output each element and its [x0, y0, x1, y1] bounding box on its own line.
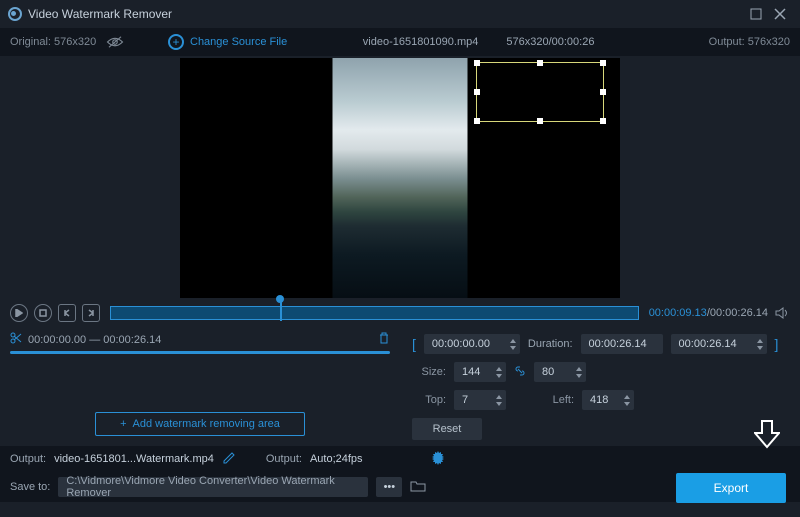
- preview-area: [0, 56, 800, 300]
- handle-bc[interactable]: [537, 118, 543, 124]
- plus-icon: +: [120, 418, 126, 430]
- left-label: Left:: [540, 394, 574, 406]
- bracket-right-icon[interactable]: ]: [775, 336, 779, 352]
- playhead[interactable]: [280, 299, 282, 321]
- app-title: Video Watermark Remover: [28, 7, 172, 21]
- minimize-button[interactable]: [744, 4, 768, 24]
- output-label: Output:: [709, 36, 745, 48]
- export-button[interactable]: Export: [676, 473, 786, 503]
- segments-panel: 00:00:00.00 — 00:00:26.14 + Add watermar…: [0, 326, 400, 446]
- volume-icon[interactable]: [774, 305, 790, 321]
- save-path-input[interactable]: C:\Vidmore\Vidmore Video Converter\Video…: [58, 477, 368, 497]
- original-dims: 576x320: [54, 36, 96, 48]
- plus-circle-icon: +: [168, 34, 184, 50]
- video-preview[interactable]: [180, 58, 620, 298]
- top-input[interactable]: 7: [454, 390, 506, 410]
- down[interactable]: [508, 344, 518, 351]
- handle-br[interactable]: [600, 118, 606, 124]
- delete-segment-button[interactable]: [378, 332, 390, 347]
- close-button[interactable]: [768, 4, 792, 24]
- current-time: 00:00:09.13: [649, 307, 707, 319]
- end-time-input[interactable]: 00:00:26.14: [671, 334, 767, 354]
- bracket-left-icon[interactable]: [: [412, 336, 416, 352]
- set-out-button[interactable]: [82, 304, 100, 322]
- browse-button[interactable]: •••: [376, 477, 402, 497]
- left-input[interactable]: 418: [582, 390, 634, 410]
- output-row: Output: video-1651801...Watermark.mp4 Ou…: [0, 446, 800, 472]
- reset-button[interactable]: Reset: [412, 418, 482, 440]
- top-label: Top:: [412, 394, 446, 406]
- preview-toggle-icon[interactable]: [106, 35, 124, 49]
- time-display: 00:00:09.13/00:00:26.14: [649, 307, 768, 319]
- settings-icon[interactable]: [431, 451, 445, 468]
- panels: 00:00:00.00 — 00:00:26.14 + Add watermar…: [0, 326, 800, 446]
- change-source-button[interactable]: + Change Source File: [168, 34, 287, 50]
- handle-tr[interactable]: [600, 60, 606, 66]
- scissors-icon: [10, 332, 22, 347]
- save-to-label: Save to:: [10, 481, 50, 493]
- change-source-label: Change Source File: [190, 36, 287, 48]
- handle-tl[interactable]: [474, 60, 480, 66]
- link-aspect-icon[interactable]: [514, 365, 526, 380]
- up[interactable]: [508, 337, 518, 344]
- width-input[interactable]: 144: [454, 362, 506, 382]
- down-arrow-icon: [754, 419, 780, 452]
- segment-row[interactable]: 00:00:00.00 — 00:00:26.14: [10, 332, 390, 347]
- playback-controls: 00:00:09.13/00:00:26.14: [0, 300, 800, 326]
- rename-icon[interactable]: [222, 451, 236, 468]
- selection-rectangle[interactable]: [476, 62, 604, 122]
- total-time: 00:00:26.14: [710, 307, 768, 319]
- set-in-button[interactable]: [58, 304, 76, 322]
- start-time-input[interactable]: 00:00:00.00: [424, 334, 520, 354]
- handle-bl[interactable]: [474, 118, 480, 124]
- open-folder-icon[interactable]: [410, 479, 426, 496]
- output-file-label: Output:: [10, 453, 46, 465]
- source-filename: video-1651801090.mp4: [363, 36, 479, 48]
- size-label: Size:: [412, 366, 446, 378]
- output-preset-label: Output:: [266, 453, 302, 465]
- source-meta: 576x320/00:00:26: [506, 36, 594, 48]
- duration-input[interactable]: 00:00:26.14: [581, 334, 663, 354]
- add-area-label: Add watermark removing area: [133, 418, 280, 430]
- timeline-scrubber[interactable]: [110, 306, 639, 320]
- titlebar: Video Watermark Remover: [0, 0, 800, 28]
- segment-end: 00:00:26.14: [103, 334, 161, 346]
- add-area-button[interactable]: + Add watermark removing area: [95, 412, 305, 436]
- stop-button[interactable]: [34, 304, 52, 322]
- output-preset: Auto;24fps: [310, 453, 363, 465]
- output-dims: 576x320: [748, 36, 790, 48]
- handle-tc[interactable]: [537, 60, 543, 66]
- original-label: Original:: [10, 36, 51, 48]
- app-logo-icon: [8, 7, 22, 21]
- handle-ml[interactable]: [474, 89, 480, 95]
- info-bar: Original: 576x320 + Change Source File v…: [0, 28, 800, 56]
- play-button[interactable]: [10, 304, 28, 322]
- height-input[interactable]: 80: [534, 362, 586, 382]
- duration-label: Duration:: [528, 338, 573, 350]
- properties-panel: [ 00:00:00.00 Duration: 00:00:26.14 00:00…: [400, 326, 800, 446]
- segment-start: 00:00:00.00: [28, 334, 86, 346]
- output-filename: video-1651801...Watermark.mp4: [54, 453, 214, 465]
- handle-mr[interactable]: [600, 89, 606, 95]
